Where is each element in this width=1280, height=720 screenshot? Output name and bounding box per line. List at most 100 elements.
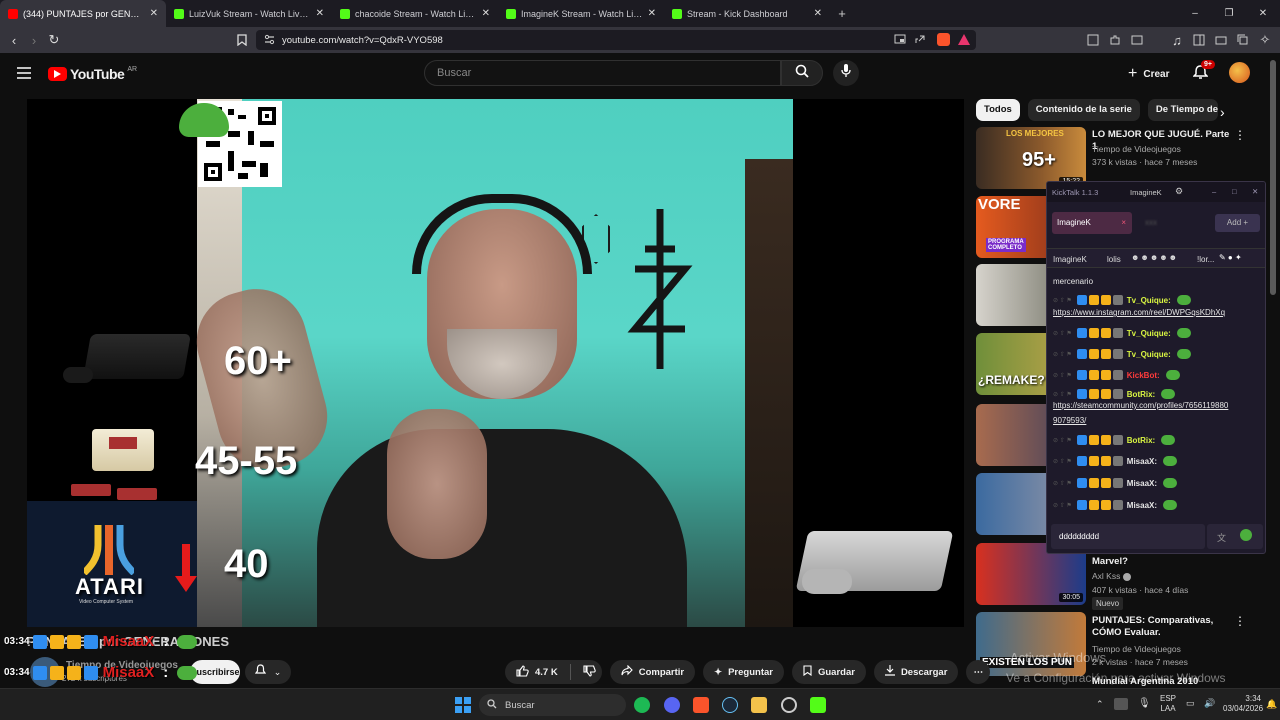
leo-ai-icon[interactable]: ✧ — [1258, 32, 1272, 47]
clock[interactable]: 3:34 03/04/2026 — [1223, 694, 1263, 714]
rec-channel-1[interactable]: Tiempo de Videojuegos — [1092, 143, 1242, 155]
close-tab-icon[interactable]: ✕ — [814, 8, 822, 19]
chat-username[interactable]: BotRix: — [1127, 390, 1155, 399]
discord-icon[interactable] — [664, 697, 680, 713]
kt-tab-imaginek[interactable]: ImagineK × — [1052, 212, 1132, 234]
browser-tab[interactable]: chacoide Stream - Watch Live on Kick ✕ — [332, 0, 498, 27]
more-actions-button[interactable]: ⋯ — [966, 660, 991, 684]
kt-add-button[interactable]: Add + — [1215, 214, 1260, 232]
subscribe-button[interactable]: Suscribirse — [190, 660, 240, 684]
chat-link[interactable]: https://www.instagram.com/reel/DWPGqsKDh… — [1053, 308, 1225, 317]
chat-username[interactable]: BotRix: — [1127, 436, 1155, 445]
mod-actions-icon[interactable]: ⊘ ⇧ ⚑ — [1053, 297, 1072, 304]
chip-channel[interactable]: De Tiempo de V — [1147, 99, 1218, 121]
network-icon[interactable]: ▭ — [1186, 698, 1195, 709]
taskbar-search[interactable]: Buscar — [479, 694, 626, 716]
rec-channel-7[interactable]: Axl Kss — [1092, 570, 1242, 582]
settings-gear-icon[interactable]: ⚙ — [1175, 186, 1183, 197]
new-tab-button[interactable]: + — [830, 6, 854, 21]
mod-actions-icon[interactable]: ⊘ ⇧ ⚑ — [1053, 502, 1072, 509]
pip-icon[interactable] — [894, 34, 906, 48]
chip-series[interactable]: Contenido de la serie — [1027, 99, 1140, 121]
chip-all[interactable]: Todos — [976, 99, 1020, 121]
kick-icon[interactable] — [810, 697, 826, 713]
windows-start-icon[interactable] — [455, 697, 471, 713]
screenshot-icon[interactable] — [1130, 33, 1144, 47]
create-button[interactable]: + Crear — [1128, 65, 1169, 83]
youtube-logo[interactable]: YouTube AR — [48, 66, 137, 82]
close-window-button[interactable]: ✕ — [1246, 0, 1280, 27]
notifications-button[interactable]: 9+ — [1192, 60, 1215, 85]
chat-link[interactable]: https://steamcommunity.com/profiles/7656… — [1053, 401, 1228, 410]
reload-icon[interactable]: ↻ — [44, 30, 64, 50]
close-tab-icon[interactable]: × — [1121, 212, 1126, 234]
chat-username[interactable]: MisaaX: — [1127, 479, 1157, 488]
chat-link[interactable]: 9079593/ — [1053, 416, 1086, 425]
chat-username[interactable]: Tv_Quique: — [1127, 350, 1171, 359]
rec-title-8[interactable]: PUNTAJES: Comparativas, CÓMO Evaluar. — [1092, 615, 1232, 639]
mod-actions-icon[interactable]: ⊘ ⇧ ⚑ — [1053, 330, 1072, 337]
maximize-button[interactable]: ❐ — [1212, 0, 1246, 27]
file-explorer-icon[interactable] — [751, 697, 767, 713]
chat-username[interactable]: KickBot: — [1127, 371, 1160, 380]
mod-actions-icon[interactable]: ⊘ ⇧ ⚑ — [1053, 458, 1072, 465]
share-button[interactable]: Compartir — [609, 660, 696, 684]
kt-chat-input[interactable]: ddddddddd — [1051, 524, 1205, 549]
brave-rewards-icon[interactable] — [958, 34, 970, 45]
chevron-right-icon[interactable]: › — [1220, 104, 1225, 120]
steam-icon[interactable] — [722, 697, 738, 713]
tray-chevron-icon[interactable]: ⌃ — [1096, 699, 1104, 710]
volume-icon[interactable]: 🔊 — [1204, 698, 1215, 709]
sidebar-icon[interactable] — [1192, 33, 1206, 47]
share-icon[interactable] — [914, 34, 926, 48]
translate-icon[interactable]: 文 — [1217, 531, 1226, 544]
back-icon[interactable]: ‹ — [4, 30, 24, 50]
spotify-icon[interactable] — [634, 697, 650, 713]
save-button[interactable]: Guardar — [791, 660, 866, 684]
video-player[interactable]: ATARI Video Computer System 60+ 45-55 40 — [27, 99, 964, 627]
more-options-icon[interactable]: ⋮ — [1234, 128, 1246, 142]
kt-tab-2[interactable]: xxx — [1142, 212, 1187, 234]
wallet-icon[interactable] — [1214, 33, 1228, 47]
mod-actions-icon[interactable]: ⊘ ⇧ ⚑ — [1053, 480, 1072, 487]
download-button[interactable]: Descargar — [873, 660, 959, 684]
close-tab-icon[interactable]: ✕ — [482, 8, 490, 19]
search-button[interactable] — [781, 60, 823, 86]
hamburger-menu-icon[interactable] — [17, 66, 31, 84]
emote-picker-icon[interactable] — [1240, 529, 1252, 541]
notification-center-icon[interactable]: 🔔 — [1266, 699, 1277, 710]
search-input[interactable]: Buscar — [424, 60, 781, 86]
minimize-button[interactable]: – — [1178, 0, 1212, 27]
chat-username[interactable]: MisaaX: — [1127, 501, 1157, 510]
address-bar[interactable]: youtube.com/watch?v=QdxR-VYO598 — [256, 30, 976, 50]
chat-username[interactable]: MisaaX: — [1127, 457, 1157, 466]
kt-pin-icons[interactable]: ✎ ● ✦ — [1219, 253, 1242, 262]
like-button[interactable]: 4.7 K — [505, 660, 602, 684]
site-settings-icon[interactable] — [264, 34, 275, 48]
puzzle-icon[interactable] — [1108, 33, 1122, 47]
browser-tab[interactable]: ImagineK Stream - Watch Live on Kick ✕ — [498, 0, 664, 27]
obs-icon[interactable] — [781, 697, 797, 713]
voice-search-button[interactable] — [833, 60, 859, 86]
tray-app-icon[interactable] — [1114, 698, 1128, 710]
copy-icon[interactable] — [1236, 33, 1250, 47]
page-scrollbar[interactable] — [1270, 60, 1276, 295]
forward-icon[interactable]: › — [24, 30, 44, 50]
kt-close-button[interactable]: ✕ — [1252, 187, 1258, 196]
close-tab-icon[interactable]: ✕ — [150, 8, 158, 19]
notification-bell-button[interactable]: ⌄ — [245, 660, 291, 684]
mod-actions-icon[interactable]: ⊘ ⇧ ⚑ — [1053, 437, 1072, 444]
browser-tab[interactable]: LuizVuk Stream - Watch Live on Kick ✕ — [166, 0, 332, 27]
browser-tab[interactable]: (344) PUNTAJES por GENERACIO ✕ — [0, 0, 166, 27]
ask-button[interactable]: ✦ Preguntar — [703, 660, 784, 684]
music-icon[interactable]: ♫ — [1170, 33, 1184, 48]
chat-username[interactable]: Tv_Quique: — [1127, 329, 1171, 338]
avatar[interactable] — [1229, 62, 1250, 83]
chat-username[interactable]: Tv_Quique: — [1127, 296, 1171, 305]
mod-actions-icon[interactable]: ⊘ ⇧ ⚑ — [1053, 372, 1072, 379]
microphone-icon[interactable]: 🎙 — [1138, 698, 1151, 709]
language-indicator[interactable]: ESP LAA — [1160, 694, 1176, 714]
close-tab-icon[interactable]: ✕ — [648, 8, 656, 19]
more-options-icon[interactable]: ⋮ — [1234, 614, 1246, 628]
rec-title-7[interactable]: Marvel? — [1092, 556, 1232, 568]
